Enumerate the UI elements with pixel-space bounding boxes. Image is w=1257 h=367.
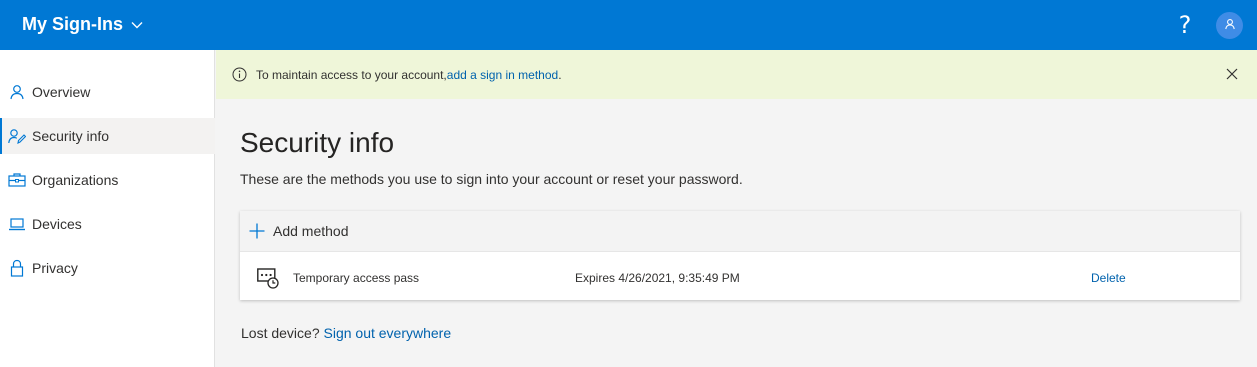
add-method-label: Add method — [273, 223, 349, 239]
page-subtitle: These are the methods you use to sign in… — [240, 171, 743, 187]
person-edit-icon — [8, 127, 26, 145]
app-switcher[interactable]: My Sign-Ins — [22, 14, 143, 35]
top-bar: My Sign-Ins ? — [0, 0, 1257, 50]
sidebar-item-overview[interactable]: Overview — [0, 74, 215, 110]
sidebar-nav: Overview Security info Organizations Dev… — [0, 50, 215, 367]
sidebar-item-privacy[interactable]: Privacy — [0, 250, 215, 286]
notification-banner: To maintain access to your account, add … — [216, 50, 1257, 99]
lost-device-section: Lost device? Sign out everywhere — [241, 325, 451, 341]
sidebar-item-security-info[interactable]: Security info — [0, 118, 215, 154]
lost-device-text: Lost device? — [241, 325, 324, 341]
add-method-button[interactable]: Add method — [240, 211, 1240, 252]
person-icon — [1224, 17, 1236, 35]
lock-icon — [8, 259, 26, 277]
plus-icon — [249, 223, 265, 239]
account-avatar[interactable] — [1216, 12, 1243, 39]
add-sign-in-method-link[interactable]: add a sign in method — [447, 68, 558, 82]
sidebar-item-label: Security info — [32, 128, 110, 144]
sidebar-item-devices[interactable]: Devices — [0, 206, 215, 242]
method-name: Temporary access pass — [293, 271, 420, 285]
sidebar-item-label: Organizations — [32, 172, 119, 188]
sidebar-item-label: Devices — [32, 216, 82, 232]
method-expiry: Expires 4/26/2021, 9:35:49 PM — [575, 271, 740, 285]
laptop-icon — [8, 215, 26, 233]
close-icon[interactable] — [1224, 66, 1240, 82]
sidebar-item-organizations[interactable]: Organizations — [0, 162, 215, 198]
page-title: Security info — [240, 127, 395, 158]
temporary-pass-icon — [257, 267, 279, 289]
briefcase-icon — [8, 171, 26, 189]
chevron-down-icon — [131, 21, 143, 29]
delete-method-link[interactable]: Delete — [1091, 271, 1126, 285]
help-button[interactable]: ? — [1172, 9, 1198, 41]
sidebar-item-label: Privacy — [32, 260, 78, 276]
banner-text: To maintain access to your account, — [256, 67, 447, 82]
method-row: Temporary access pass Expires 4/26/2021,… — [240, 253, 1240, 300]
sign-out-everywhere-link[interactable]: Sign out everywhere — [324, 325, 452, 341]
info-icon — [232, 67, 247, 82]
banner-suffix: . — [558, 67, 562, 82]
app-title: My Sign-Ins — [22, 14, 124, 34]
person-icon — [8, 83, 26, 101]
methods-card: Add method Temporary access pass Expires… — [240, 211, 1240, 300]
sidebar-item-label: Overview — [32, 84, 91, 100]
